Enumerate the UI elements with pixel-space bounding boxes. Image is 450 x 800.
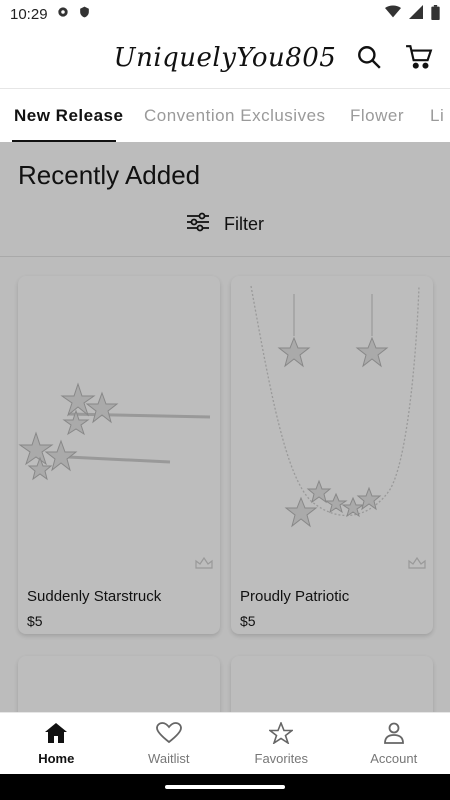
battery-icon (431, 4, 440, 24)
product-title: Suddenly Starstruck (27, 588, 162, 605)
nav-home-label: Home (38, 750, 75, 766)
app-logo[interactable]: UniquelyYou805 (114, 43, 337, 73)
nav-account-label: Account (370, 750, 418, 766)
crown-icon (194, 556, 214, 575)
header-icons (354, 42, 434, 72)
filter-label: Filter (224, 213, 264, 234)
tab-flower[interactable]: Flower (350, 89, 404, 142)
nav-account[interactable]: Account (338, 713, 450, 774)
product-card-proudly-patriotic[interactable]: Proudly Patriotic $5 (231, 276, 433, 634)
app-header: UniquelyYou805 (0, 28, 450, 88)
bottom-navigation: Home Waitlist Favorites Account (0, 712, 450, 774)
filter-button[interactable]: Filter (0, 205, 450, 243)
settings-icon (56, 5, 70, 23)
tab-new-release[interactable]: New Release (14, 89, 123, 142)
home-icon (44, 722, 68, 747)
product-image (18, 276, 220, 576)
nav-favorites[interactable]: Favorites (225, 713, 338, 774)
product-price: $5 (240, 613, 256, 629)
category-tabs: New Release Convention Exclusives Flower… (0, 88, 450, 142)
crown-icon (407, 556, 427, 575)
heart-icon (155, 721, 182, 747)
signal-icon (409, 5, 423, 23)
tab-li[interactable]: Li (430, 89, 444, 142)
search-icon[interactable] (354, 42, 384, 72)
account-icon (383, 722, 405, 747)
nav-favorites-label: Favorites (254, 750, 308, 766)
wifi-icon (385, 5, 401, 23)
gesture-handle[interactable] (165, 785, 285, 789)
product-image (231, 276, 433, 576)
product-title: Proudly Patriotic (240, 588, 350, 605)
section-title: Recently Added (18, 160, 201, 190)
product-price: $5 (27, 613, 43, 629)
nav-waitlist[interactable]: Waitlist (113, 713, 226, 774)
filter-divider (0, 256, 450, 257)
status-time: 10:29 (10, 5, 48, 23)
system-gesture-bar (0, 774, 450, 800)
status-left: 10:29 (10, 5, 91, 23)
cart-icon[interactable] (404, 42, 434, 72)
star-icon (267, 720, 295, 747)
shield-icon (78, 5, 91, 23)
product-card-suddenly-starstruck[interactable]: Suddenly Starstruck $5 (18, 276, 220, 634)
tab-convention-exclusives[interactable]: Convention Exclusives (144, 89, 326, 142)
nav-home[interactable]: Home (0, 713, 113, 774)
status-right (385, 4, 440, 24)
status-bar: 10:29 (0, 0, 450, 28)
nav-waitlist-label: Waitlist (148, 750, 190, 766)
filter-icon (186, 212, 210, 237)
